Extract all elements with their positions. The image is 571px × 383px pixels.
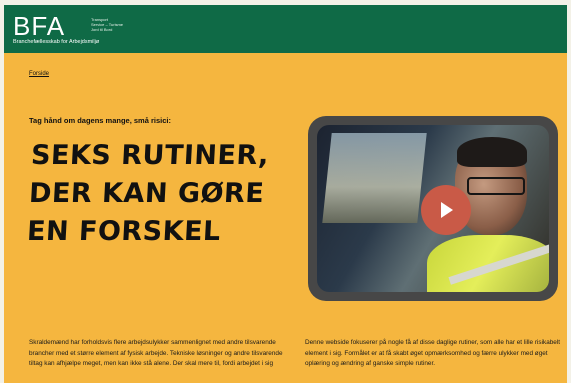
site-header: BFA Transport Service – Turisme Jord til… <box>4 5 567 53</box>
video-thumbnail <box>317 125 549 292</box>
thumbnail-glasses <box>467 177 525 195</box>
breadcrumb-home-link[interactable]: Forside <box>29 71 49 77</box>
thumbnail-window <box>322 133 427 223</box>
page: BFA Transport Service – Turisme Jord til… <box>4 5 567 383</box>
logo-mark: BFA <box>13 11 66 41</box>
intro-text-right: Denne webside fokuserer på nogle få af d… <box>305 339 561 367</box>
logo-sectors: Transport Service – Turisme Jord til Bor… <box>91 17 151 32</box>
headline-line-1: SEKS RUTINER, <box>30 140 270 171</box>
video-player[interactable] <box>308 116 558 301</box>
play-button[interactable] <box>421 185 471 235</box>
intro-text-left: Skraldemænd har forholdsvis flere arbejd… <box>29 339 283 367</box>
bfa-logo[interactable]: BFA Transport Service – Turisme Jord til… <box>13 11 123 46</box>
logo-subtitle: Branchefællesskab for Arbejdsmiljø <box>13 39 100 45</box>
logo-sector-3: Jord til Bord <box>91 27 113 32</box>
headline-line-2: DER KAN GØRE <box>28 178 266 209</box>
play-icon <box>441 202 453 218</box>
headline-line-3: EN FORSKEL <box>26 216 222 247</box>
hero-eyebrow: Tag hånd om dagens mange, små risici: <box>29 116 171 125</box>
hero-headline: SEKS RUTINER, DER KAN GØRE EN FORSKEL <box>26 137 312 251</box>
thumbnail-hair <box>457 137 527 167</box>
